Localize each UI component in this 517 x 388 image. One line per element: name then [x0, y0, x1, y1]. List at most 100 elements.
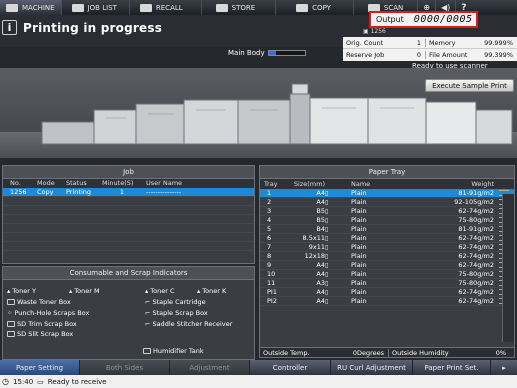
- counts-row: Reserve Job 0 File Amount 99.399%: [343, 49, 517, 61]
- main-body-indicator: Main Body: [228, 49, 306, 57]
- tab-recall[interactable]: RECALL: [130, 0, 202, 15]
- output-value: 0000/0005: [413, 14, 473, 25]
- info-icon[interactable]: i: [2, 20, 17, 35]
- job-icon: ▣: [363, 28, 371, 35]
- tray-size: 12x18: [304, 252, 325, 260]
- tab-recall-label: RECALL: [155, 3, 183, 12]
- tray-size: A4: [316, 198, 325, 206]
- staple-cartridge-indicator: ⌐ Staple Cartridge: [145, 298, 206, 306]
- job-row-empty: [3, 224, 254, 233]
- tray-weight: 75-80g/m2: [458, 270, 494, 278]
- tray-paper-name: Plain: [351, 252, 367, 260]
- tray-row[interactable]: 6 8.5x11 ▯ Plain 62-74g/m2: [260, 234, 514, 243]
- orig-count-label: Orig. Count: [346, 38, 384, 47]
- tray-weight: 62-74g/m2: [458, 261, 494, 269]
- tray-weight: 75-80g/m2: [458, 279, 494, 287]
- job-status: Printing: [66, 188, 92, 196]
- file-amount-label: File Amount: [425, 51, 471, 59]
- col-name: Name: [351, 180, 371, 188]
- tray-row[interactable]: 7 9x11 ▯ Plain 62-74g/m2: [260, 243, 514, 252]
- tray-row[interactable]: 10 A4 ▯ Plain 75-80g/m2: [260, 270, 514, 279]
- status-time: 15:40: [12, 377, 34, 386]
- tray-row[interactable]: 4 B5 ▯ Plain 75-80g/m2: [260, 216, 514, 225]
- sd-trim-indicator: SD Trim Scrap Box: [7, 320, 77, 328]
- tray-row[interactable]: 1 A4 ▯ Plain 81-91g/m2: [260, 189, 514, 198]
- tab-job-list[interactable]: JOB LIST: [62, 0, 130, 15]
- tray-row[interactable]: 2 A4 ▯ Plain 92-105g/m2: [260, 198, 514, 207]
- paper-print-set-button[interactable]: Paper Print Set.: [413, 360, 491, 375]
- tray-scrollbar[interactable]: [502, 194, 514, 342]
- outside-humidity-label: Outside Humidity: [388, 348, 480, 357]
- page-title-row: i Printing in progress: [2, 20, 162, 35]
- file-amount-value: 99.399%: [484, 51, 513, 59]
- humidifier-icon: [143, 348, 151, 354]
- tray-paper-name: Plain: [351, 243, 367, 251]
- receive-icon: ▭: [37, 377, 44, 386]
- tray-row[interactable]: 3 B5 ▯ Plain 62-74g/m2: [260, 207, 514, 216]
- trim-icon: [7, 321, 15, 327]
- job-user: ---------------: [146, 188, 182, 196]
- tray-weight: 62-74g/m2: [458, 243, 494, 251]
- toner-y-icon: ▴: [7, 287, 11, 295]
- tray-paper-name: Plain: [351, 225, 367, 233]
- tray-paper-name: Plain: [351, 279, 367, 287]
- tray-row[interactable]: 11 A3 ▯ Plain 75-80g/m2: [260, 279, 514, 288]
- tray-table-header: Tray Size(mm) Name Weight: [260, 179, 514, 189]
- tray-number: 8: [267, 252, 272, 260]
- tray-size: 8.5x11: [302, 234, 325, 242]
- counts-row: Orig. Count 1 Memory 99.999%: [343, 37, 517, 49]
- staple-scrap-indicator: ⌐ Staple Scrap Box: [145, 309, 208, 317]
- paper-setting-button[interactable]: Paper Setting: [0, 360, 80, 375]
- main-body-level-fill: [268, 51, 276, 55]
- job-row[interactable]: 1256 Copy Printing 1 ---------------: [3, 188, 254, 197]
- both-sides-button[interactable]: Both Sides: [80, 360, 170, 375]
- tray-number: 3: [267, 207, 272, 215]
- scroll-right-button[interactable]: ▸: [491, 360, 517, 375]
- ru-curl-adjustment-button[interactable]: RU Curl Adjustment: [331, 360, 413, 375]
- job-minute: 1: [119, 188, 124, 196]
- punch-icon: ⁘: [7, 309, 13, 317]
- tray-number: 11: [267, 279, 276, 287]
- tray-size: A3: [316, 279, 325, 287]
- job-panel: Job No. Mode Status Minute(S) User Name …: [2, 165, 255, 264]
- tray-number: 7: [267, 243, 272, 251]
- tray-row[interactable]: PI1 A4 ▯ Plain 62-74g/m2: [260, 288, 514, 297]
- job-no: 1256: [10, 188, 27, 196]
- waste-toner-indicator: Waste Toner Box: [7, 298, 71, 306]
- tray-paper-name: Plain: [351, 207, 367, 215]
- tab-machine[interactable]: MACHINE: [0, 0, 62, 15]
- tray-number: 2: [267, 198, 272, 206]
- execute-sample-print-button[interactable]: Execute Sample Print: [425, 79, 514, 92]
- staple-cartridge-label: Staple Cartridge: [152, 298, 206, 306]
- tray-row[interactable]: PI2 A4 ▯ Plain 62-74g/m2: [260, 297, 514, 306]
- tray-paper-name: Plain: [351, 297, 367, 305]
- orig-count-value: 1: [416, 38, 421, 47]
- recall-icon: [139, 3, 152, 12]
- tray-size: 9x11: [308, 243, 325, 251]
- main-body-label: Main Body: [228, 49, 265, 57]
- toner-m-indicator: ▴ Toner M: [69, 287, 100, 295]
- tray-weight: 81-91g/m2: [458, 189, 494, 197]
- tray-paper-name: Plain: [351, 216, 367, 224]
- tray-row[interactable]: 5 B4 ▯ Plain 81-91g/m2: [260, 225, 514, 234]
- tray-number: 6: [267, 234, 272, 242]
- tab-store[interactable]: STORE: [202, 0, 277, 15]
- punch-scraps-indicator: ⁘ Punch-Hole Scraps Box: [7, 309, 89, 317]
- tray-row[interactable]: 9 A4 ▯ Plain 62-74g/m2: [260, 261, 514, 270]
- tray-number: PI2: [267, 297, 277, 305]
- col-status: Status: [66, 179, 87, 187]
- tray-paper-name: Plain: [351, 198, 367, 206]
- tab-store-label: STORE: [231, 3, 256, 12]
- job-mode: Copy: [37, 188, 54, 196]
- paper-tray-panel: Paper Tray Tray Size(mm) Name Weight 1 A4…: [259, 165, 515, 358]
- tray-paper-name: Plain: [351, 270, 367, 278]
- controller-button[interactable]: Controller: [250, 360, 331, 375]
- job-table-header: No. Mode Status Minute(S) User Name: [3, 179, 254, 188]
- tray-rows: 1 A4 ▯ Plain 81-91g/m2 2 A4 ▯ Plain 92-105g/m2 3 B5…: [260, 189, 514, 306]
- adjustment-button[interactable]: Adjustment: [170, 360, 250, 375]
- tray-number: 10: [267, 270, 276, 278]
- toner-y-label: Toner Y: [12, 287, 36, 295]
- tab-copy[interactable]: COPY: [276, 0, 354, 15]
- consumables-title: Consumable and Scrap Indicators: [3, 267, 254, 280]
- tray-row[interactable]: 8 12x18 ▯ Plain 62-74g/m2: [260, 252, 514, 261]
